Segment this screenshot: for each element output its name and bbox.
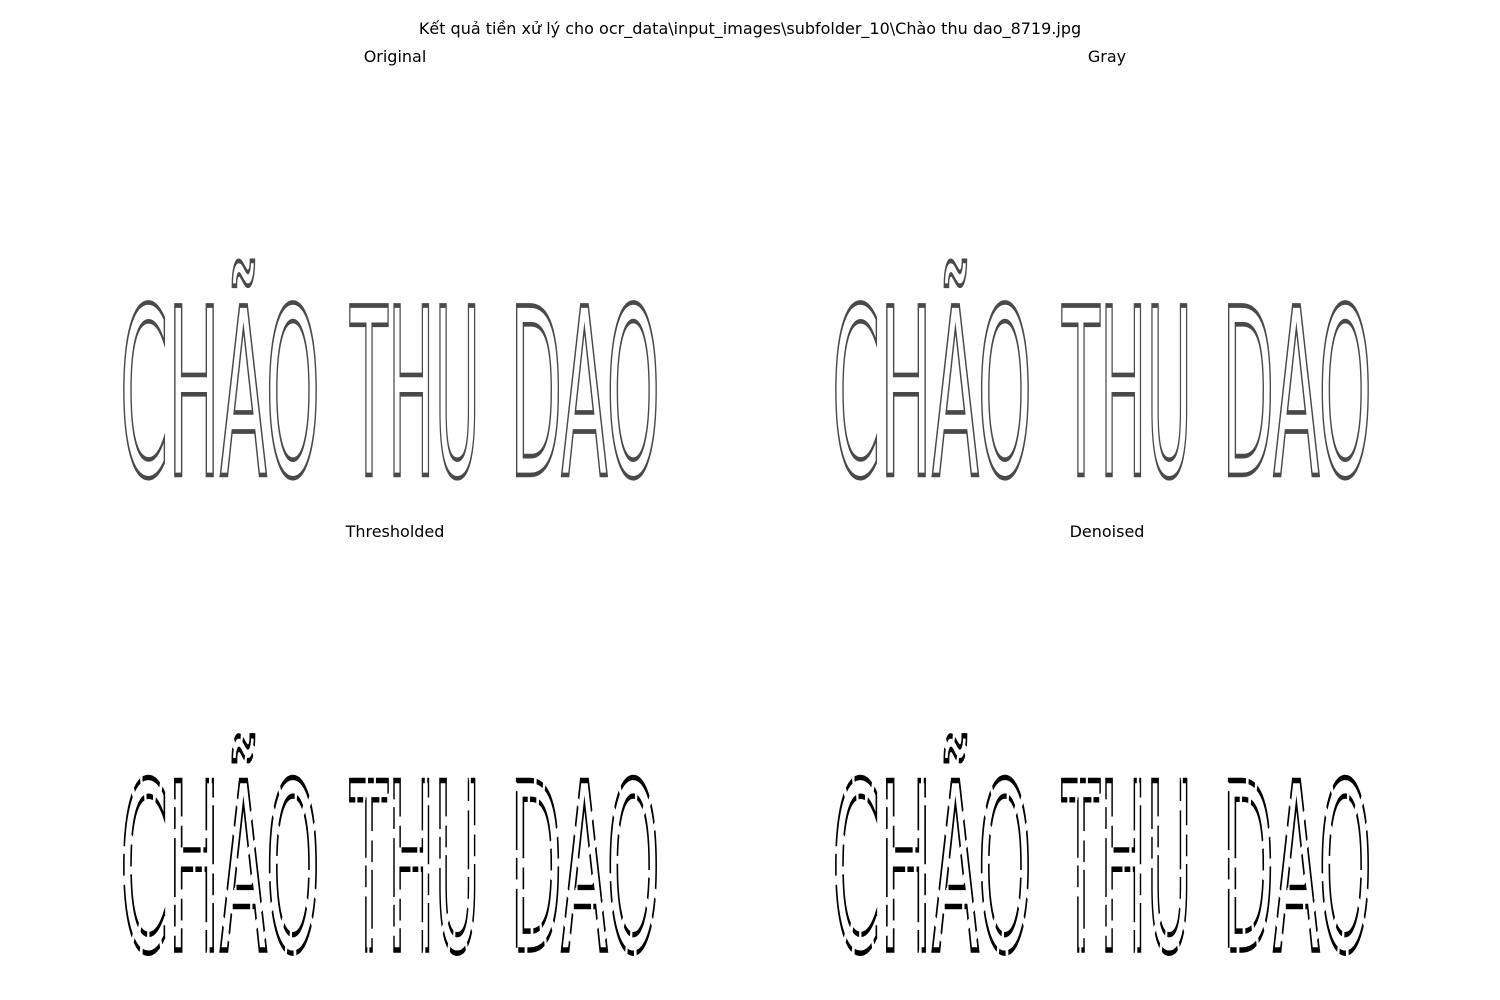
thresholded-image-letters: CHÃO THU DAO	[118, 733, 662, 1000]
gray-panel-title: Gray	[1087, 47, 1127, 66]
image-word: THU	[1062, 260, 1192, 531]
image-word: THU	[350, 735, 480, 1000]
image-word: DAO	[510, 260, 660, 531]
denoised-panel-title: Denoised	[1069, 522, 1145, 541]
gray-image-letters: CHÃO THU DAO	[830, 258, 1374, 533]
original-panel: Original CHÃO THU DAO	[100, 47, 690, 533]
original-image: CHÃO THU DAO	[118, 258, 662, 533]
image-word: CHÃO	[832, 735, 1032, 1000]
denoised-image-letters: CHÃO THU DAO	[830, 733, 1374, 1000]
original-panel-title: Original	[363, 47, 427, 66]
figure-suptitle: Kết quả tiền xử lý cho ocr_data\input_im…	[418, 19, 1082, 38]
image-word: DAO	[1222, 260, 1372, 531]
image-word: THU	[1062, 735, 1192, 1000]
thresholded-panel-title: Thresholded	[345, 522, 445, 541]
thresholded-image: CHÃO THU DAO	[118, 733, 662, 1000]
denoised-image: CHÃO THU DAO	[830, 733, 1374, 1000]
gray-panel: Gray CHÃO THU DAO	[812, 47, 1402, 533]
image-word: CHÃO	[120, 735, 320, 1000]
thresholded-panel: Thresholded CHÃO THU DAO	[100, 522, 690, 1000]
image-word: THU	[350, 260, 480, 531]
denoised-panel: Denoised CHÃO THU DAO	[812, 522, 1402, 1000]
image-word: CHÃO	[832, 260, 1032, 531]
gray-image: CHÃO THU DAO	[830, 258, 1374, 533]
image-word: CHÃO	[120, 260, 320, 531]
image-word: DAO	[1222, 735, 1372, 1000]
original-image-letters: CHÃO THU DAO	[118, 258, 662, 533]
image-word: DAO	[510, 735, 660, 1000]
